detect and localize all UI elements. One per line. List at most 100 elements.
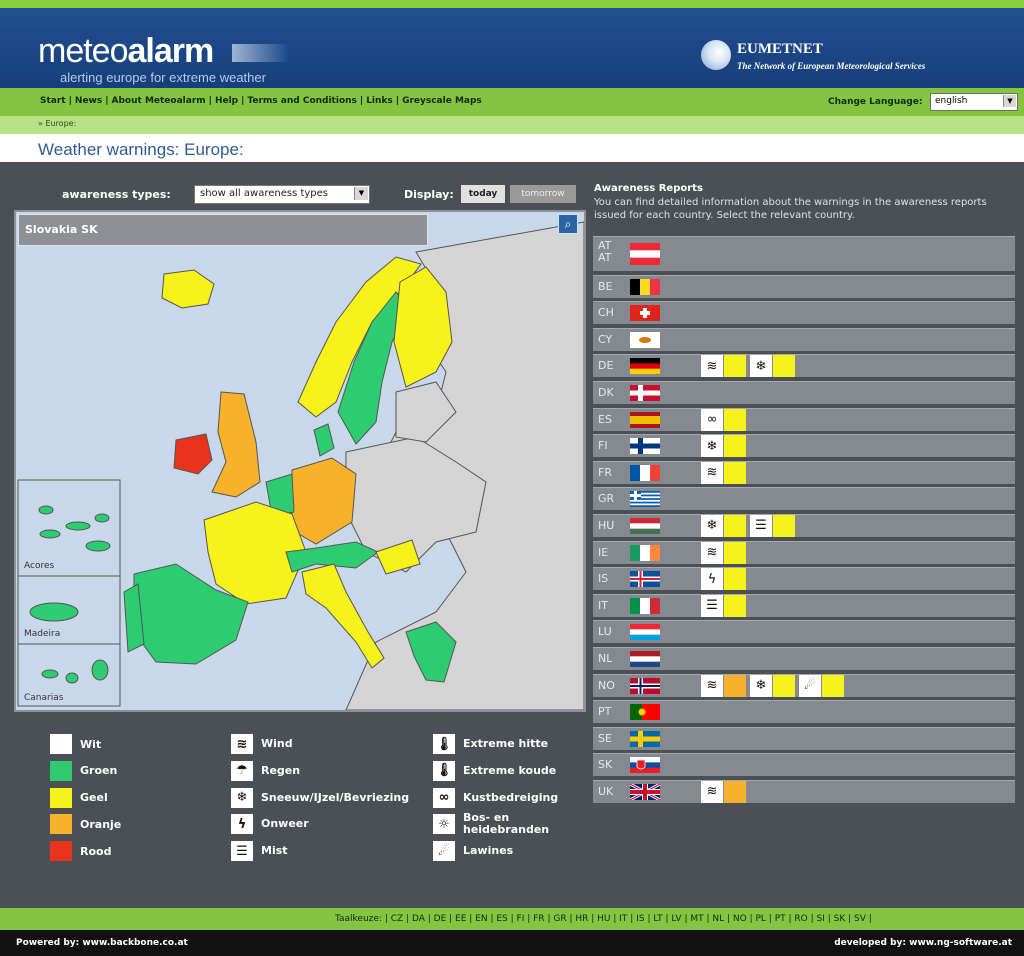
flag-nl-icon[interactable] — [630, 650, 660, 667]
country-code[interactable]: SE — [598, 732, 612, 745]
language-link-ro[interactable]: RO — [794, 914, 807, 924]
country-code[interactable]: DE — [598, 359, 613, 372]
report-row-ch[interactable]: CH — [593, 301, 1015, 325]
country-code[interactable]: IT — [598, 599, 608, 612]
report-row-gr[interactable]: GR — [593, 487, 1015, 511]
report-row-fi[interactable]: FI ❄ — [593, 434, 1015, 458]
language-link-hr[interactable]: HR — [575, 914, 588, 924]
language-link-ee[interactable]: EE — [455, 914, 466, 924]
language-link-nl[interactable]: NL — [712, 914, 724, 924]
language-link-sv[interactable]: SV — [854, 914, 866, 924]
report-row-lu[interactable]: LU — [593, 620, 1015, 644]
flag-dk-icon[interactable] — [630, 384, 660, 401]
country-code[interactable]: SK — [598, 758, 612, 771]
report-row-is[interactable]: IS ϟ — [593, 567, 1015, 591]
thunderstorm-icon[interactable]: ϟ — [701, 568, 723, 591]
country-code[interactable]: FI — [598, 439, 608, 452]
language-link-sk[interactable]: SK — [834, 914, 846, 924]
flag-no-icon[interactable] — [630, 677, 660, 694]
flag-ie-icon[interactable] — [630, 544, 660, 561]
flag-hu-icon[interactable] — [630, 517, 660, 534]
language-link-mt[interactable]: MT — [690, 914, 703, 924]
report-row-it[interactable]: IT ☰ — [593, 593, 1015, 617]
wind-icon[interactable]: ≋ — [701, 355, 723, 378]
europe-map-svg[interactable]: Acores Madeira Canarias — [16, 212, 584, 710]
language-link-is[interactable]: IS — [636, 914, 644, 924]
flag-de-icon[interactable] — [630, 358, 660, 375]
flag-es-icon[interactable] — [630, 411, 660, 428]
country-code[interactable]: DK — [598, 386, 614, 399]
nav-link-help[interactable]: Help — [215, 96, 238, 106]
country-code[interactable]: LU — [598, 625, 612, 638]
powered-by-link[interactable]: Powered by: www.backbone.co.at — [16, 938, 188, 948]
flag-se-icon[interactable] — [630, 730, 660, 747]
country-code[interactable]: IS — [598, 572, 608, 585]
report-row-be[interactable]: BE — [593, 274, 1015, 298]
avalanche-icon[interactable]: ☄ — [799, 674, 821, 697]
report-row-pt[interactable]: PT — [593, 700, 1015, 724]
fog-icon[interactable]: ☰ — [701, 594, 723, 617]
country-code[interactable]: NO — [598, 679, 615, 692]
language-link-fr[interactable]: FR — [533, 914, 544, 924]
country-code[interactable]: NL — [598, 652, 612, 665]
country-code[interactable]: ES — [598, 413, 612, 426]
language-link-hu[interactable]: HU — [597, 914, 610, 924]
country-code[interactable]: AT AT — [598, 240, 611, 264]
nav-link-news[interactable]: News — [75, 96, 102, 106]
flag-fr-icon[interactable] — [630, 464, 660, 481]
nav-link-greyscale-maps[interactable]: Greyscale Maps — [402, 96, 482, 106]
flag-sk-icon[interactable] — [630, 757, 660, 774]
report-row-es[interactable]: ES ∞ — [593, 407, 1015, 431]
language-link-en[interactable]: EN — [475, 914, 487, 924]
language-link-de[interactable]: DE — [434, 914, 447, 924]
wind-icon[interactable]: ≋ — [701, 461, 723, 484]
flag-is-icon[interactable] — [630, 571, 660, 588]
language-link-pt[interactable]: PT — [775, 914, 786, 924]
language-link-no[interactable]: NO — [733, 914, 747, 924]
snow-icon[interactable]: ❄ — [750, 674, 772, 697]
flag-pt-icon[interactable] — [630, 704, 660, 721]
breadcrumb[interactable]: » Europe: — [38, 119, 76, 128]
country-code[interactable]: BE — [598, 280, 613, 293]
flag-be-icon[interactable] — [630, 278, 660, 295]
wind-icon[interactable]: ≋ — [701, 780, 723, 803]
report-row-nl[interactable]: NL — [593, 646, 1015, 670]
report-row-sk[interactable]: SK — [593, 753, 1015, 777]
country-code[interactable]: HU — [598, 519, 614, 532]
report-row-ie[interactable]: IE ≋ — [593, 540, 1015, 564]
language-link-cz[interactable]: CZ — [391, 914, 403, 924]
nav-link-links[interactable]: Links — [366, 96, 393, 106]
country-code[interactable]: CY — [598, 333, 612, 346]
meteoalarm-logo[interactable]: meteoalarm — [38, 32, 214, 71]
language-link-lv[interactable]: LV — [671, 914, 681, 924]
country-code[interactable]: GR — [598, 492, 614, 505]
country-code[interactable]: CH — [598, 306, 614, 319]
language-link-si[interactable]: SI — [817, 914, 825, 924]
awareness-types-select[interactable]: show all awareness types ▼ — [194, 185, 370, 204]
eumetnet-title[interactable]: EUMETNET — [737, 41, 823, 58]
flag-gr-icon[interactable] — [630, 491, 660, 508]
language-link-da[interactable]: DA — [412, 914, 425, 924]
report-row-no[interactable]: NO ≋ ❄ ☄ — [593, 673, 1015, 697]
report-row-de[interactable]: DE ≋ ❄ — [593, 354, 1015, 378]
europe-warning-map[interactable]: Acores Madeira Canarias Slovakia SK — [14, 210, 586, 712]
coastal-icon[interactable]: ∞ — [701, 408, 723, 431]
developed-by-link[interactable]: developed by: www.ng-software.at — [834, 938, 1012, 948]
language-link-lt[interactable]: LT — [653, 914, 662, 924]
wind-icon[interactable]: ≋ — [701, 541, 723, 564]
wind-icon[interactable]: ≋ — [701, 674, 723, 697]
language-link-es[interactable]: ES — [496, 914, 507, 924]
report-row-se[interactable]: SE — [593, 726, 1015, 750]
country-code[interactable]: IE — [598, 546, 608, 559]
fog-icon[interactable]: ☰ — [750, 514, 772, 537]
report-row-dk[interactable]: DK — [593, 380, 1015, 404]
flag-uk-icon[interactable] — [630, 783, 660, 800]
country-code[interactable]: FR — [598, 466, 612, 479]
magnifier-zoom-icon[interactable]: ⌕ — [558, 214, 578, 234]
today-button[interactable]: today — [461, 185, 505, 203]
report-row-at[interactable]: AT AT — [593, 236, 1015, 271]
flag-at-icon[interactable] — [630, 243, 660, 265]
flag-fi-icon[interactable] — [630, 438, 660, 455]
snow-icon[interactable]: ❄ — [701, 514, 723, 537]
snow-icon[interactable]: ❄ — [701, 435, 723, 458]
